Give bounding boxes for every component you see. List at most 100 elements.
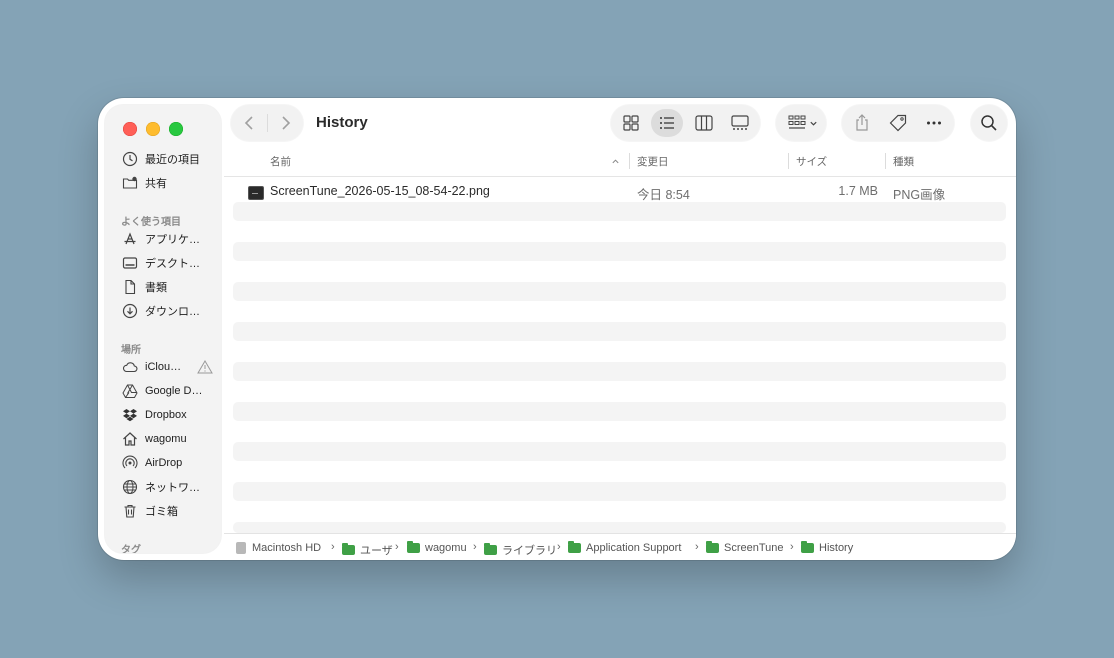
download-icon	[121, 302, 139, 320]
window-title: History	[316, 114, 368, 131]
forward-button[interactable]	[269, 109, 301, 137]
empty-row	[233, 242, 1006, 261]
folder-icon	[342, 543, 355, 555]
sidebar-item-google-drive[interactable]: Google D…	[121, 381, 217, 401]
back-button[interactable]	[234, 109, 266, 137]
sidebar-item-label: 書類	[145, 282, 167, 294]
path-item-macintosh-hd[interactable]: Macintosh HD	[236, 542, 321, 554]
favorites-header: よく使う項目	[121, 217, 181, 228]
ellipsis-icon	[927, 121, 941, 125]
path-item-users[interactable]: ユーザ	[342, 542, 393, 558]
folder-icon	[706, 541, 719, 553]
sidebar-item-icloud[interactable]: iClou…	[121, 357, 217, 377]
chevron-right-icon	[282, 116, 291, 130]
share-button[interactable]	[846, 109, 878, 137]
column-name[interactable]: 名前	[270, 154, 291, 169]
sidebar-item-applications[interactable]: アプリケ…	[121, 229, 217, 249]
png-file-icon	[248, 186, 264, 200]
empty-row	[233, 282, 1006, 301]
column-separator	[885, 153, 886, 169]
file-date: 今日 8:54	[637, 188, 690, 202]
column-date[interactable]: 変更日	[637, 154, 669, 169]
close-button[interactable]	[123, 122, 137, 136]
chevron-right-icon: ›	[473, 541, 477, 553]
sidebar-item-downloads[interactable]: ダウンロ…	[121, 301, 217, 321]
sidebar-item-desktop[interactable]: デスクト…	[121, 253, 217, 273]
path-label: ユーザ	[360, 545, 393, 557]
action-buttons	[842, 105, 954, 141]
gallery-view-button[interactable]	[724, 109, 756, 137]
search-icon	[981, 115, 997, 131]
shared-folder-icon	[121, 174, 139, 192]
sidebar-item-documents[interactable]: 書類	[121, 277, 217, 297]
columns-icon	[695, 115, 713, 131]
drive-icon	[121, 382, 139, 400]
icon-view-button[interactable]	[615, 109, 647, 137]
chevron-right-icon: ›	[331, 541, 335, 553]
tag-icon	[889, 114, 907, 132]
path-item-application-support[interactable]: Application Support	[568, 541, 681, 554]
column-view-button[interactable]	[688, 109, 720, 137]
clock-icon	[121, 150, 139, 168]
chevron-right-icon: ›	[695, 541, 699, 553]
sidebar-item-label: 最近の項目	[145, 154, 200, 166]
sidebar-item-label: wagomu	[145, 433, 187, 445]
empty-row	[233, 402, 1006, 421]
folder-icon	[801, 541, 814, 553]
nav-buttons	[231, 105, 303, 141]
empty-row	[233, 522, 1006, 533]
header-divider	[224, 176, 1016, 177]
sidebar-item-label: ダウンロ…	[145, 306, 200, 318]
document-icon	[121, 278, 139, 296]
column-size[interactable]: サイズ	[796, 154, 827, 169]
sidebar-item-network[interactable]: ネットワ…	[121, 477, 217, 497]
file-kind: PNG画像	[893, 188, 946, 202]
finder-window: 最近の項目 共有 よく使う項目 アプリケ… デスクト… 書類 ダウンロ… 場所 …	[98, 98, 1016, 560]
group-button[interactable]	[782, 109, 822, 137]
file-name: ScreenTune_2026-05-15_08-54-22.png	[270, 184, 490, 198]
column-separator	[788, 153, 789, 169]
zoom-button[interactable]	[169, 122, 183, 136]
empty-row	[233, 362, 1006, 381]
minimize-button[interactable]	[146, 122, 160, 136]
cloud-icon	[121, 358, 139, 376]
sidebar-item-trash[interactable]: ゴミ箱	[121, 501, 217, 521]
search-button[interactable]	[973, 109, 1005, 137]
sidebar-item-home[interactable]: wagomu	[121, 429, 217, 449]
list-view-button[interactable]	[651, 109, 683, 137]
sidebar-item-label: ゴミ箱	[145, 506, 178, 518]
network-icon	[121, 478, 139, 496]
sidebar: 最近の項目 共有 よく使う項目 アプリケ… デスクト… 書類 ダウンロ… 場所 …	[105, 105, 221, 553]
empty-row	[233, 482, 1006, 501]
path-item-history[interactable]: History	[801, 541, 854, 554]
sidebar-item-label: 共有	[145, 178, 167, 190]
folder-icon	[407, 541, 420, 553]
home-icon	[121, 430, 139, 448]
search-pill	[971, 105, 1007, 141]
path-label: wagomu	[425, 542, 467, 554]
warning-icon[interactable]	[197, 359, 213, 375]
column-separator	[629, 153, 630, 169]
app-icon	[121, 230, 139, 248]
grid-icon	[623, 115, 639, 131]
tag-button[interactable]	[882, 109, 914, 137]
sidebar-item-label: ネットワ…	[145, 482, 200, 494]
path-item-wagomu[interactable]: wagomu	[407, 541, 467, 554]
path-label: History	[819, 542, 854, 554]
sidebar-item-label: アプリケ…	[145, 234, 200, 246]
empty-row	[233, 202, 1006, 221]
sidebar-item-airdrop[interactable]: AirDrop	[121, 453, 217, 473]
group-grid-icon	[788, 115, 805, 129]
sidebar-item-label: iClou…	[145, 361, 182, 373]
sidebar-item-dropbox[interactable]: Dropbox	[121, 405, 217, 425]
sidebar-item-shared[interactable]: 共有	[121, 173, 217, 193]
empty-row	[233, 442, 1006, 461]
path-item-library[interactable]: ライブラリ	[484, 542, 557, 558]
more-button[interactable]	[918, 109, 950, 137]
file-row[interactable]: ScreenTune_2026-05-15_08-54-22.png 今日 8:…	[233, 183, 1006, 202]
sidebar-item-recents[interactable]: 最近の項目	[121, 149, 217, 169]
path-label: Macintosh HD	[252, 542, 322, 554]
chevron-down-icon	[809, 121, 817, 126]
path-item-screentune[interactable]: ScreenTune	[706, 541, 784, 554]
column-kind[interactable]: 種類	[893, 154, 914, 169]
